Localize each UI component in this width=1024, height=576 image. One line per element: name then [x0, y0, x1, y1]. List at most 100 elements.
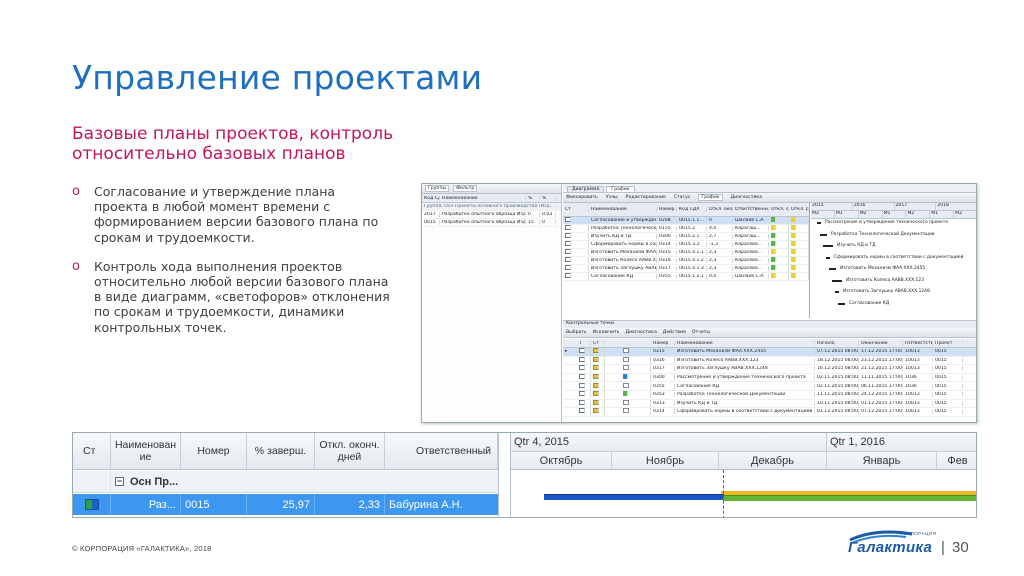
gantt-bar[interactable]	[826, 256, 830, 259]
checkbox[interactable]	[579, 408, 585, 414]
row-checkbox[interactable]	[563, 257, 589, 264]
table-row[interactable]: 0314 Сформировать нормы в соответствии с …	[563, 408, 976, 417]
col-size[interactable]: Откл. разм.	[789, 207, 809, 212]
col-t[interactable]: Т	[577, 340, 591, 346]
checkbox[interactable]	[579, 399, 585, 405]
projects-group-row[interactable]: Группа: Осн Проекты основного производст…	[422, 203, 561, 211]
group-row[interactable]: − Осн Пр...	[73, 471, 498, 493]
table-row[interactable]: 0353 Разработка Технологической Документа…	[563, 391, 976, 400]
table-row[interactable]: Изготовить Колесо ААВВ.ХХ... 0316 0015.4.1…	[563, 257, 809, 265]
checkbox-cell[interactable]	[577, 365, 591, 373]
gantt-bar[interactable]	[838, 302, 845, 305]
col-name[interactable]: Наименование	[589, 207, 657, 212]
checkbox-cell[interactable]	[577, 348, 591, 356]
table-row[interactable]: Сформировать нормы в соот...03140015.3.2…	[563, 241, 809, 249]
col-name[interactable]: Наименован ие	[111, 433, 181, 469]
col-end[interactable]: Окончание	[859, 340, 903, 346]
schedule-select[interactable]: График	[698, 194, 723, 201]
col-project[interactable]: Проект	[933, 340, 963, 346]
status-button[interactable]: Статус	[674, 195, 691, 200]
gantt-bar[interactable]	[832, 279, 842, 282]
col-status[interactable]: Ст	[73, 433, 111, 469]
checkbox[interactable]	[579, 356, 585, 362]
tab-diagram[interactable]: Диаграмма	[567, 186, 605, 192]
col-status[interactable]: Ст	[591, 340, 605, 346]
checkbox[interactable]	[579, 348, 585, 354]
gantt-bar[interactable]	[817, 222, 821, 224]
col-wbs-code[interactable]: Код СДР	[422, 195, 440, 201]
table-row[interactable]: 0316 Изготовить Колесо ААВВ.ХХХ.123 18.12.…	[563, 356, 976, 366]
col-deviation2[interactable]: Откл. оконч. дней	[769, 207, 789, 212]
col-name[interactable]: Наименование	[675, 340, 815, 346]
checkbox-cell[interactable]	[577, 391, 591, 399]
gantt-bar[interactable]	[820, 233, 827, 236]
checkbox-cell[interactable]	[577, 374, 591, 382]
checkbox-cell[interactable]	[577, 356, 591, 364]
diagnostics-button[interactable]: Диагностика	[625, 330, 656, 335]
checkbox[interactable]	[565, 233, 571, 238]
actual-progress-bar[interactable]	[544, 494, 724, 500]
gantt-bar[interactable]	[823, 245, 833, 247]
col-number[interactable]: Номер	[181, 433, 247, 469]
reports-button[interactable]: Отчеты	[692, 330, 710, 335]
table-row[interactable]: 0015 Разработка опытного образца Изд... …	[422, 219, 561, 227]
tab-schedule[interactable]: График	[606, 186, 635, 192]
actions-button[interactable]: Действия	[663, 330, 686, 335]
col-start[interactable]: Начало	[815, 340, 859, 346]
row-checkbox[interactable]	[563, 225, 589, 232]
gantt-bar[interactable]	[835, 291, 839, 293]
select-button[interactable]: Выбрать	[566, 330, 587, 335]
checkbox[interactable]	[565, 241, 571, 246]
col-pct[interactable]: %	[526, 195, 540, 201]
table-row[interactable]: 2017 Разработка опытного образца Изд... …	[422, 211, 561, 219]
row-checkbox[interactable]	[76, 516, 86, 517]
checkbox[interactable]	[565, 225, 571, 230]
table-row[interactable]: ▸ 0315 Изготовить Механизм ФАА.ХХХ.2455 07.…	[563, 348, 976, 357]
row-checkbox[interactable]	[563, 273, 589, 280]
table-row[interactable]: Изучить КД и ТД 0300 0015.2.1 2,7 Карагаш...	[563, 233, 809, 241]
table-row[interactable]: 0317 Изготовить Заглушку АВАВ.ХХХ.1248 16.…	[563, 365, 976, 374]
nodes-button[interactable]: Узлы	[606, 195, 618, 200]
checkbox[interactable]	[579, 365, 585, 371]
filter-button[interactable]: Фильтр	[453, 185, 478, 192]
table-row[interactable]: 0300 Рассмотрение и утверждение техническ…	[563, 374, 976, 383]
row-checkbox[interactable]	[563, 249, 589, 256]
groups-button[interactable]: Группы	[425, 185, 450, 192]
checkbox-cell[interactable]	[577, 408, 591, 416]
remaining-bar[interactable]	[723, 495, 976, 501]
table-row[interactable]: Изготовить Заглушку АВАВ... 0317 0015.4.1.…	[563, 265, 809, 273]
checkbox[interactable]	[579, 391, 585, 397]
col-number[interactable]: Номер	[651, 340, 675, 346]
checkbox[interactable]	[579, 374, 585, 380]
col-number[interactable]: Номер	[657, 207, 677, 212]
checkbox[interactable]	[565, 249, 571, 254]
table-row[interactable]: 0355 Согласование КД 02.11.2015 08:00 06.11…	[563, 382, 976, 391]
col-deviation[interactable]: Откл. оконч. дней	[707, 207, 733, 212]
table-row[interactable]: Изготовить Механизм ФАА... 0315 0015.4.1.1…	[563, 249, 809, 257]
col-resp[interactable]: ПОтвестств...	[903, 340, 933, 346]
edit-button[interactable]: Редактирование	[626, 195, 666, 200]
row-checkbox[interactable]	[563, 217, 589, 224]
company-logo[interactable]: Галактика	[848, 539, 932, 556]
col-responsible[interactable]: Ответственный	[385, 433, 498, 469]
col-status[interactable]: Ст	[563, 207, 589, 212]
row-checkbox[interactable]	[563, 241, 589, 248]
col-name[interactable]: Наименование	[440, 195, 526, 201]
diagnostics-button[interactable]: Диагностика	[731, 195, 762, 200]
selected-task-row[interactable]: Раз... 0015 25,97 2,33 Бабурина А.Н.	[73, 494, 498, 515]
splitter-handle[interactable]	[498, 433, 511, 517]
gantt-bar[interactable]	[829, 268, 836, 270]
table-row[interactable]: 0313 Изучить КД и ТД 10.11.2015 08:00 01.12…	[563, 399, 976, 409]
table-row[interactable]: Согласование КД 0355 0015.1.2.1 0,0 Шалаев С…	[563, 273, 809, 281]
col-pct2[interactable]: %	[540, 195, 556, 201]
checkbox[interactable]	[579, 382, 585, 388]
row-checkbox[interactable]	[563, 233, 589, 240]
checkbox[interactable]	[565, 257, 571, 262]
checkbox[interactable]	[565, 273, 571, 278]
fix-button[interactable]: Фиксировать	[566, 195, 598, 200]
col-wbs[interactable]: Код СДР	[677, 207, 707, 212]
exclude-button[interactable]: Исключить	[593, 330, 620, 335]
collapse-icon[interactable]: −	[115, 477, 124, 486]
checkbox-cell[interactable]	[577, 399, 591, 407]
col-deviation[interactable]: Откл. оконч. дней	[315, 433, 385, 469]
